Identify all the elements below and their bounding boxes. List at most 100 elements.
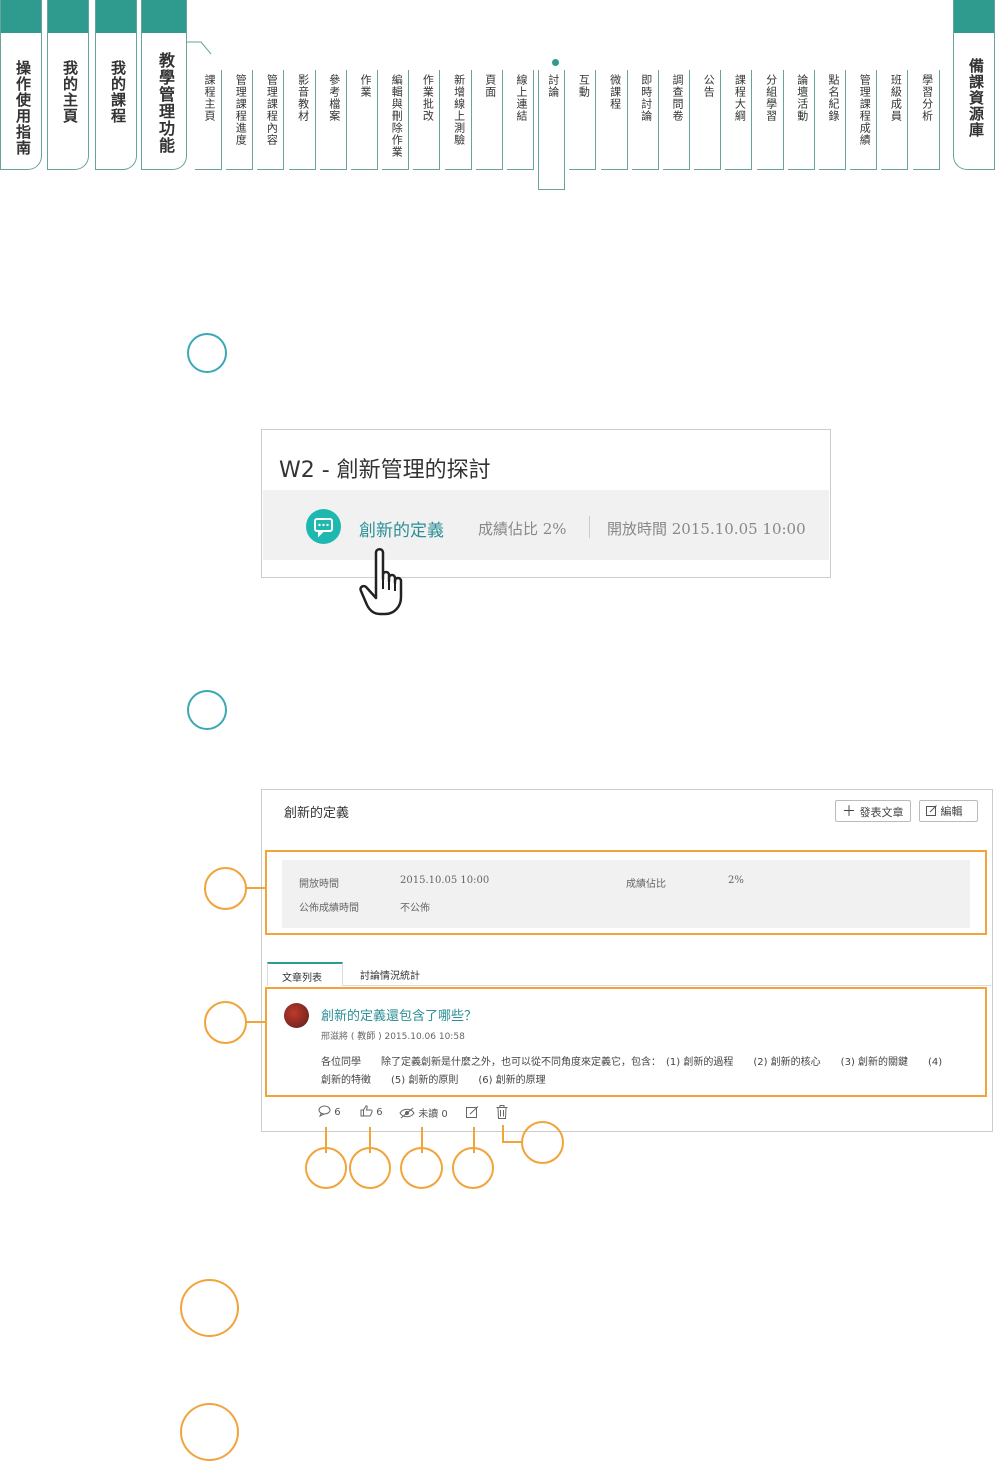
submenu-tab-label: 課程主頁 — [203, 74, 216, 122]
submenu-tab-label: 課程大綱 — [733, 74, 747, 122]
tab-resource-library-label: 備課資源庫 — [967, 58, 985, 138]
step-marker-3 — [180, 1279, 239, 1337]
discussion-title: 創新的定義 — [284, 806, 350, 821]
submenu-tab-label: 線上連結 — [515, 74, 528, 122]
submenu-tab-label: 新增線上測驗 — [452, 74, 466, 146]
callout-marker-a — [204, 867, 247, 910]
plus-icon: ＋ — [842, 804, 856, 820]
submenu-tab-20[interactable]: 點名紀錄 — [819, 70, 846, 170]
submenu-tab-label: 調查問卷 — [671, 74, 684, 122]
trash-icon[interactable] — [496, 1105, 508, 1119]
edit-label: 編輯 — [940, 805, 963, 818]
tab-discussion-stats[interactable]: 討論情況統計 — [360, 967, 420, 982]
activity-row: 創新的定義 成績佔比 2% 開放時間 2015.10.05 10:00 — [263, 490, 829, 560]
comment-icon — [318, 1105, 331, 1118]
comment-count-value: 6 — [334, 1107, 341, 1118]
submenu-tab-0[interactable]: 課程主頁 — [195, 70, 222, 170]
submenu-tab-label: 編輯與刪除作業 — [390, 74, 404, 158]
post-highlight-box — [265, 987, 987, 1097]
submenu-tab-3[interactable]: 影音教材 — [288, 70, 316, 170]
tab-article-list[interactable]: 文章列表 — [267, 962, 343, 986]
divider — [589, 516, 590, 538]
tab-teaching-management[interactable]: 教學管理功能 — [141, 0, 187, 170]
edit-button[interactable]: 編輯 — [919, 800, 978, 822]
eye-icon — [399, 1107, 415, 1119]
chat-bubble-icon — [306, 509, 341, 544]
submenu-tab-label: 參考檔案 — [327, 74, 341, 122]
submenu-tab-14[interactable]: 即時討論 — [631, 70, 659, 170]
pencil-icon[interactable] — [466, 1106, 479, 1119]
submenu-tab-2[interactable]: 管理課程內容 — [257, 70, 285, 170]
submenu-tab-label: 管理課程進度 — [234, 74, 248, 146]
course-week-card: W2 - 創新管理的探討 創新的定義 成績佔比 2% 開放時間 2015.10.… — [261, 429, 831, 578]
connector-line — [187, 41, 212, 55]
submenu-tab-label: 微課程 — [608, 74, 622, 110]
tab-teaching-management-label: 教學管理功能 — [156, 52, 175, 154]
edit-icon — [926, 805, 937, 816]
thumbs-up-icon — [360, 1105, 373, 1117]
post-article-button[interactable]: ＋ 發表文章 — [835, 800, 911, 822]
submenu-tab-17[interactable]: 課程大綱 — [725, 70, 753, 170]
week-title: W2 - 創新管理的探討 — [279, 458, 491, 483]
tab-guide-label: 操作使用指南 — [14, 60, 32, 156]
step-marker-4 — [180, 1403, 239, 1461]
unread-count[interactable]: 未讀 0 — [399, 1105, 448, 1120]
submenu-tab-label: 點名紀錄 — [827, 74, 840, 122]
submenu-tab-16[interactable]: 公告 — [694, 70, 722, 170]
tab-guide[interactable]: 操作使用指南 — [0, 0, 42, 170]
callout-marker-g — [521, 1121, 564, 1164]
submenu-tab-9[interactable]: 頁面 — [475, 70, 503, 170]
submenu-tab-label: 討論 — [546, 74, 560, 98]
comment-count[interactable]: 6 — [318, 1105, 341, 1118]
callout-marker-c — [305, 1147, 347, 1189]
submenu-tab-12[interactable]: 互動 — [569, 70, 597, 170]
step-marker-2 — [187, 690, 227, 730]
submenu-tab-label: 作業 — [359, 74, 372, 98]
submenu-tab-21[interactable]: 管理課程成績 — [850, 70, 878, 170]
hand-pointer-icon — [359, 548, 403, 616]
submenu-tab-11[interactable]: 討論 — [538, 70, 566, 190]
submenu-tab-label: 即時討論 — [639, 74, 653, 122]
tab-my-courses[interactable]: 我的課程 — [95, 0, 137, 170]
submenu-tab-label: 影音教材 — [296, 74, 310, 122]
callout-marker-e — [400, 1147, 443, 1189]
submenu-tab-label: 管理課程內容 — [265, 74, 279, 146]
step-marker-1 — [187, 333, 227, 373]
active-indicator-dot — [552, 59, 559, 66]
submenu-tab-label: 公告 — [702, 74, 716, 98]
callout-marker-d — [349, 1147, 391, 1189]
submenu-tab-5[interactable]: 作業 — [351, 70, 378, 170]
submenu-tab-label: 論壇活動 — [795, 74, 809, 122]
submenu-tab-18[interactable]: 分組學習 — [756, 70, 784, 170]
submenu-tab-6[interactable]: 編輯與刪除作業 — [382, 70, 410, 170]
like-count-value: 6 — [376, 1107, 383, 1118]
callout-lines — [245, 887, 522, 1153]
post-article-label: 發表文章 — [859, 806, 904, 819]
tab-my-courses-label: 我的課程 — [109, 60, 127, 124]
submenu-tab-22[interactable]: 班級成員 — [881, 70, 909, 170]
tab-underline — [343, 985, 991, 986]
callout-marker-b — [204, 1001, 247, 1044]
discussion-link[interactable]: 創新的定義 — [359, 516, 444, 541]
submenu-tab-label: 頁面 — [483, 74, 497, 98]
open-time: 開放時間 2015.10.05 10:00 — [607, 520, 806, 538]
submenu-tab-19[interactable]: 論壇活動 — [787, 70, 815, 170]
info-highlight-box — [265, 850, 987, 935]
submenu-tab-label: 管理課程成績 — [858, 74, 872, 146]
like-count[interactable]: 6 — [360, 1105, 383, 1118]
submenu-tab-10[interactable]: 線上連結 — [507, 70, 534, 170]
submenu-tab-7[interactable]: 作業批改 — [413, 70, 441, 170]
submenu-tab-4[interactable]: 參考檔案 — [319, 70, 347, 170]
tab-my-home-label: 我的主頁 — [61, 60, 79, 124]
callout-marker-f — [452, 1147, 494, 1189]
submenu-tab-8[interactable]: 新增線上測驗 — [444, 70, 472, 170]
submenu-tab-label: 互動 — [577, 74, 591, 98]
submenu-tab-13[interactable]: 微課程 — [600, 70, 628, 170]
submenu-tab-15[interactable]: 調查問卷 — [663, 70, 690, 170]
tab-article-list-label: 文章列表 — [282, 973, 322, 984]
unread-count-value: 未讀 0 — [418, 1109, 448, 1120]
submenu-tab-1[interactable]: 管理課程進度 — [226, 70, 254, 170]
tab-my-home[interactable]: 我的主頁 — [47, 0, 89, 170]
submenu-tab-23[interactable]: 學習分析 — [912, 70, 940, 170]
tab-resource-library[interactable]: 備課資源庫 — [953, 0, 995, 170]
